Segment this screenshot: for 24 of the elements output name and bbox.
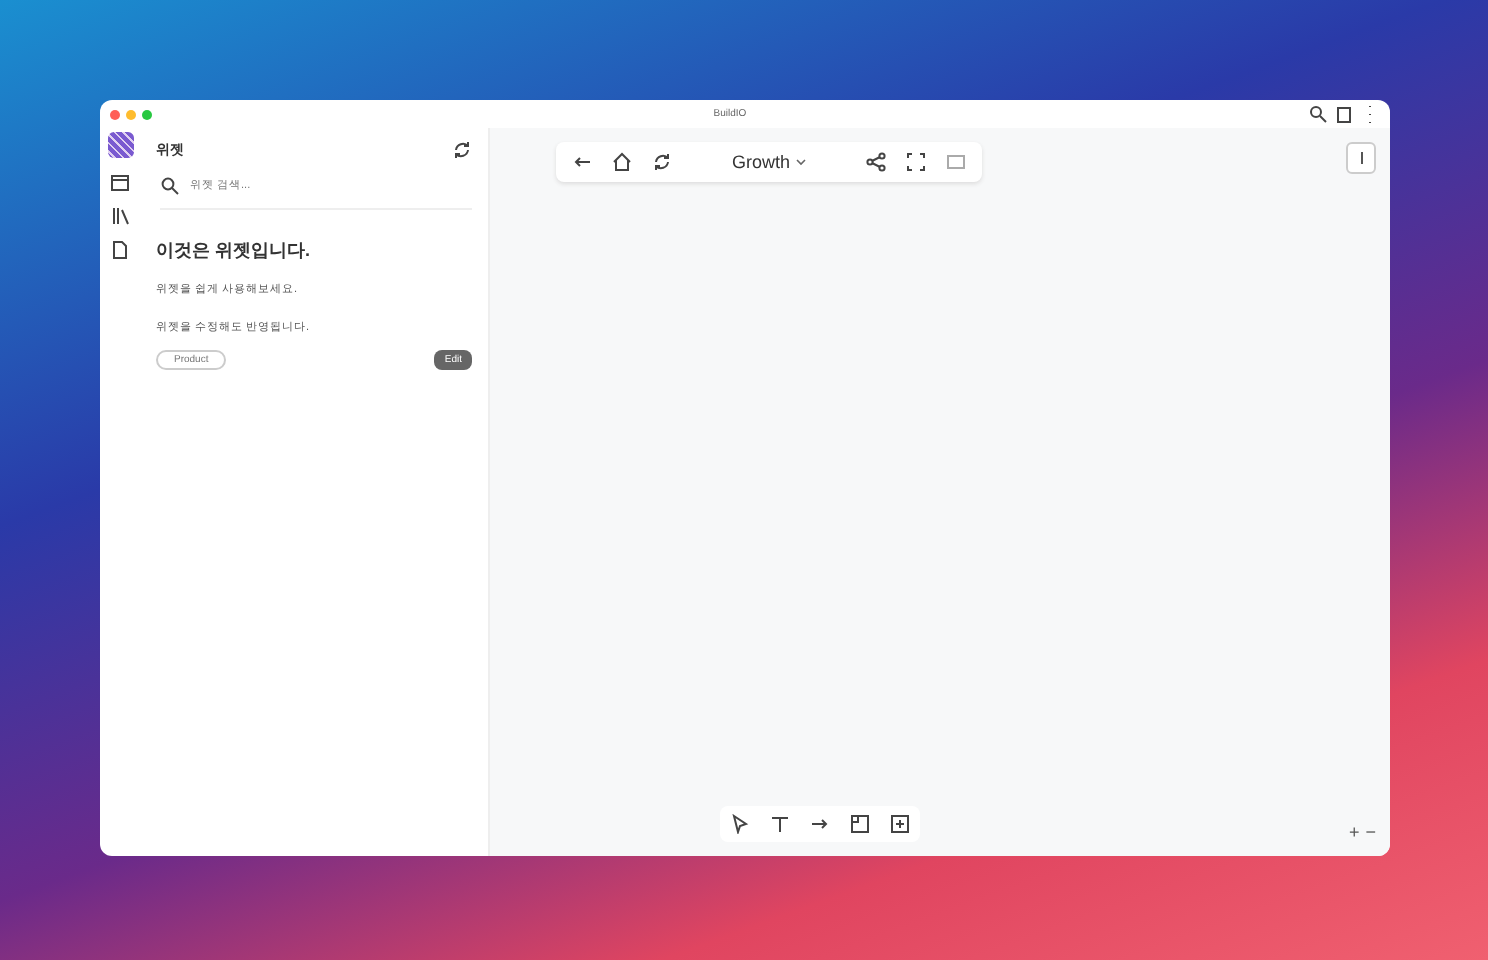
card-title: 이것은 위젯입니다. (156, 238, 313, 264)
pointer-icon[interactable] (730, 814, 750, 834)
frame-icon[interactable] (850, 814, 870, 834)
app-logo[interactable] (107, 132, 133, 158)
archive-icon[interactable] (110, 172, 130, 192)
back-icon[interactable] (572, 152, 592, 172)
board-dropdown[interactable]: Growth (732, 152, 807, 172)
caret-icon (796, 158, 807, 166)
zoom-in-button[interactable]: + (1348, 822, 1360, 842)
document-icon[interactable] (110, 240, 130, 260)
fullscreen-icon[interactable] (906, 152, 927, 172)
home-icon[interactable] (612, 152, 632, 172)
add-box-icon[interactable] (890, 814, 910, 834)
menu-button[interactable] (1346, 142, 1376, 174)
books-icon[interactable] (110, 206, 130, 226)
zoom-out-button[interactable]: − (1365, 822, 1376, 842)
share-icon[interactable] (866, 152, 887, 172)
refresh-icon[interactable] (652, 152, 672, 172)
arrow-icon[interactable] (810, 814, 830, 834)
search-icon[interactable] (1308, 104, 1328, 124)
close-button[interactable] (110, 109, 120, 119)
refresh-icon[interactable] (452, 140, 472, 160)
search-icon (160, 176, 180, 196)
text-tool-icon[interactable] (770, 814, 790, 834)
